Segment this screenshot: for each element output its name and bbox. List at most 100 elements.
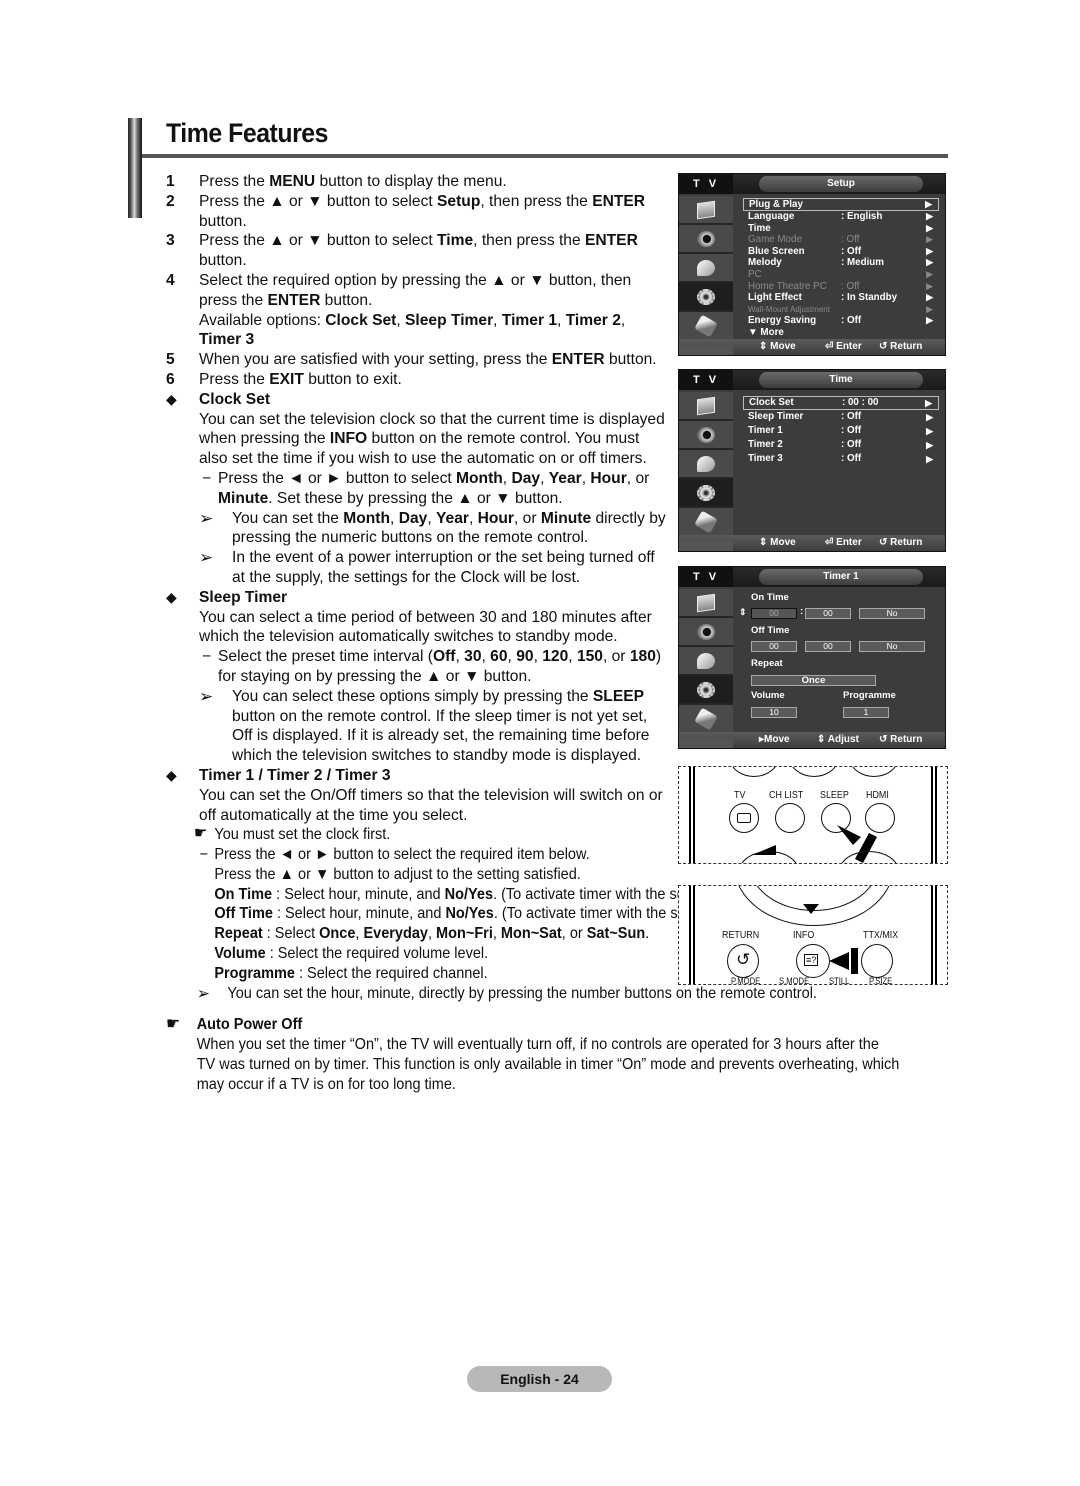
menu-item-label: Timer 1 (748, 425, 783, 436)
menu-item-value: : In Standby (841, 292, 898, 304)
osd-menu-item[interactable]: Timer 3: Off ▶ (743, 452, 939, 466)
pointer-arrow-icon (752, 825, 877, 863)
osd-menu-item[interactable]: Light Effect: In Standby ▶ (743, 292, 939, 304)
sound-icon[interactable] (679, 225, 733, 254)
off-minute-field[interactable]: 00 (805, 641, 851, 652)
on-minute-field[interactable]: 00 (805, 608, 851, 619)
sound-icon[interactable] (679, 421, 733, 450)
off-hour-field[interactable]: 00 (751, 641, 797, 652)
on-hour-field[interactable]: 00 (751, 608, 797, 619)
sleep-timer-note: ➢ You can select these options simply by … (199, 686, 650, 765)
input-icon[interactable] (679, 705, 733, 734)
setup-icon[interactable] (679, 479, 733, 508)
timers-heading: ◆ Timer 1 / Timer 2 / Timer 3 (166, 766, 391, 784)
channel-icon[interactable] (679, 450, 733, 479)
picture-icon[interactable] (679, 589, 733, 618)
title-rule (142, 154, 948, 158)
setup-icon[interactable] (679, 283, 733, 312)
channel-icon[interactable] (679, 254, 733, 283)
step-1: 1 Press the MENU button to display the me… (166, 173, 507, 190)
note-arrow-icon: ➢ (199, 548, 214, 568)
input-icon[interactable] (679, 312, 733, 341)
chevron-right-icon: ▶ (926, 412, 933, 422)
osd-menu-item[interactable]: Timer 1: Off ▶ (743, 424, 939, 438)
menu-item-label: Wall-Mount Adjustment (748, 304, 830, 314)
menu-item-value: : Medium (841, 257, 884, 269)
osd-menu-item[interactable]: Plug & Play ▶ (743, 198, 939, 211)
menu-item-value: : 00 : 00 (842, 397, 879, 408)
osd-side-icons (679, 589, 733, 737)
enter-hint: ⏎ Enter (825, 537, 862, 548)
tv-tab: T V (679, 567, 733, 587)
osd-menu-item[interactable]: Blue Screen: Off ▶ (743, 246, 939, 258)
menu-item-value: : Off (841, 439, 862, 450)
clock-set-body: You can set the television clock so that… (199, 410, 665, 468)
picture-icon[interactable] (679, 196, 733, 225)
osd-timer1-menu: T V Timer 1 On Time ⇕ 00 : 00 No Off Tim… (678, 566, 946, 749)
picture-icon[interactable] (679, 392, 733, 421)
osd-footer: ▸Move ⇕ Adjust ↺ Return (679, 732, 945, 748)
clock-set-instruction: − Press the ◄ or ► button to select Month… (202, 469, 650, 507)
channel-icon[interactable] (679, 647, 733, 676)
osd-menu-item[interactable]: Game Mode: Off ▶ (743, 234, 939, 246)
osd-menu-item[interactable]: Clock Set: 00 : 00 ▶ (743, 396, 939, 410)
osd-menu-item[interactable]: PC ▶ (743, 269, 939, 281)
step-6: 6 Press the EXIT button to exit. (166, 370, 402, 388)
osd-menu-item[interactable]: Melody: Medium ▶ (743, 257, 939, 269)
menu-item-value: : Off (841, 411, 862, 422)
menu-item-value: : English (841, 211, 883, 222)
on-enable-field[interactable]: No (859, 608, 925, 619)
chevron-right-icon: ▶ (926, 268, 933, 279)
diamond-bullet-icon: ◆ (166, 588, 177, 605)
sound-icon[interactable] (679, 618, 733, 647)
timers-hand-note: ☛ You must set the clock first. (193, 825, 391, 844)
menu-item-label: Clock Set (749, 397, 794, 408)
programme-field[interactable]: 1 (843, 707, 889, 718)
osd-menu-item[interactable]: ▼ More (743, 327, 939, 339)
pointing-hand-icon: ☛ (166, 1014, 181, 1034)
off-enable-field[interactable]: No (859, 641, 925, 652)
osd-menu-rows: Clock Set: 00 : 00 ▶ Sleep Timer: Off ▶ Time… (743, 396, 939, 466)
osd-menu-rows: Plug & Play ▶ Language: English ▶ Time ▶ Game … (743, 198, 939, 339)
osd-menu-item[interactable]: Wall-Mount Adjustment ▶ (743, 304, 939, 316)
menu-item-label: Energy Saving (748, 315, 817, 327)
setup-icon[interactable] (679, 676, 733, 705)
programme-label: Programme (843, 690, 896, 701)
volume-field[interactable]: 10 (751, 707, 797, 718)
menu-item-label: Home Theatre PC (748, 280, 827, 292)
tv-tab: T V (679, 174, 733, 194)
on-time-label: On Time (751, 592, 789, 603)
time-separator: : (800, 606, 804, 617)
menu-item-label: Melody (748, 257, 782, 269)
volume-label: Volume (751, 690, 785, 701)
osd-menu-item[interactable]: Language: English ▶ (743, 211, 939, 223)
stepper-icon: ⇕ (739, 607, 747, 617)
repeat-field[interactable]: Once (751, 675, 876, 686)
page-number: English - 24 (467, 1366, 612, 1392)
osd-side-icons (679, 392, 733, 540)
input-icon[interactable] (679, 508, 733, 537)
chevron-right-icon: ▶ (926, 234, 933, 245)
remote-illustration-info: RETURN INFO TTX/MIX ↺ ≡? P.MODE S.MODE S… (678, 885, 948, 985)
menu-item-value: : Off (841, 315, 862, 327)
osd-menu-item[interactable]: Time ▶ (743, 223, 939, 235)
chevron-right-icon: ▶ (926, 280, 933, 291)
osd-title: Timer 1 (759, 569, 923, 585)
step-2: 2 Press the ▲ or ▼ button to select Setup… (166, 192, 646, 230)
menu-item-value: : Off (841, 234, 860, 246)
osd-menu-item[interactable]: Timer 2: Off ▶ (743, 438, 939, 452)
chevron-right-icon: ▶ (926, 245, 933, 256)
enter-hint: ⏎ Enter (825, 341, 862, 352)
menu-item-label: Sleep Timer (748, 411, 804, 422)
osd-menu-item[interactable]: Sleep Timer : Off ▶ (743, 410, 939, 424)
osd-menu-item[interactable]: Home Theatre PC: Off ▶ (743, 281, 939, 293)
step-number: 5 (166, 351, 175, 369)
return-hint: ↺ Return (879, 734, 923, 745)
repeat-label: Repeat (751, 658, 783, 669)
osd-menu-item[interactable]: Energy Saving: Off ▶ (743, 315, 939, 327)
clock-set-heading: ◆ Clock Set (166, 390, 271, 408)
diamond-bullet-icon: ◆ (166, 766, 177, 783)
menu-item-label: Language (748, 211, 795, 222)
osd-title: Setup (759, 176, 923, 192)
clock-set-note: ➢ In the event of a power interruption or… (199, 548, 655, 586)
